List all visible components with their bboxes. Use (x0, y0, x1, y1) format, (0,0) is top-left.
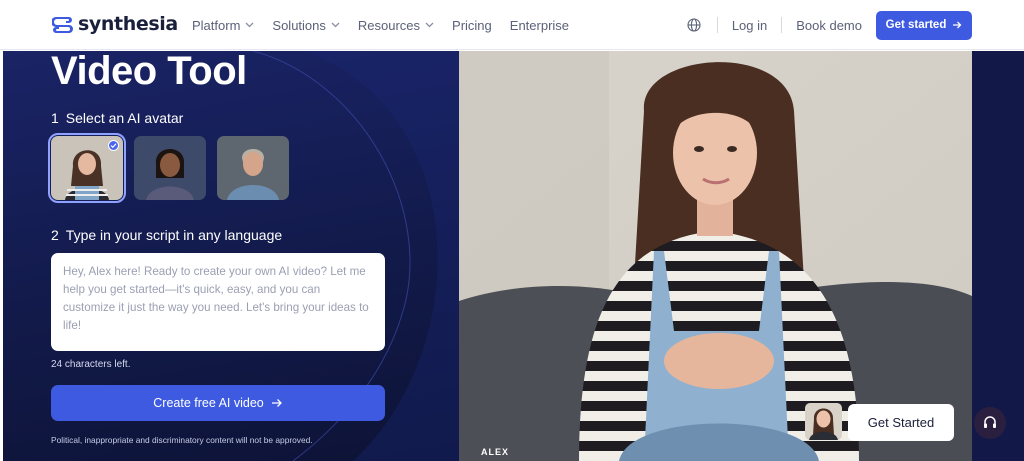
nav-platform-label: Platform (192, 17, 241, 33)
main-nav: Platform Solutions Resources Pricing Ent… (192, 0, 587, 50)
avatar-video-frame (459, 51, 972, 461)
nav-enterprise-label: Enterprise (509, 17, 570, 33)
avatar-option-alex[interactable] (48, 133, 126, 203)
avatar-option-2[interactable] (134, 136, 206, 200)
step-1-heading: 1 Select an AI avatar (51, 110, 183, 126)
avatar-2-image (134, 136, 206, 200)
avatar-3-image (217, 136, 289, 200)
hero-form-panel: Video Tool 1 Select an AI avatar 2 Type … (3, 51, 459, 461)
script-textarea[interactable]: Hey, Alex here! Ready to create your own… (51, 253, 385, 351)
hero-title: Video Tool (51, 51, 247, 93)
chevron-down-icon (331, 22, 340, 28)
nav-pricing-label: Pricing (452, 17, 492, 33)
avatar-picker (48, 133, 289, 203)
step-2-number: 2 (51, 227, 59, 243)
create-video-label: Create free AI video (153, 396, 264, 410)
chevron-down-icon (425, 22, 434, 28)
page-background-right (972, 51, 1024, 461)
step-2-label: Type in your script in any language (65, 227, 283, 243)
nav-pricing[interactable]: Pricing (452, 18, 492, 33)
support-chat-button[interactable] (974, 407, 1006, 439)
logo-mark-icon (52, 17, 73, 33)
floating-get-started-button[interactable]: Get Started (848, 404, 954, 441)
logo-text: synthesia (78, 13, 178, 35)
site-header: synthesia Platform Solutions Resources P… (0, 0, 1024, 50)
book-demo-link[interactable]: Book demo (796, 18, 862, 33)
globe-icon[interactable] (687, 18, 701, 32)
avatar-thumbnail-image (805, 403, 842, 440)
chevron-down-icon (245, 22, 254, 28)
arrow-right-icon (953, 21, 962, 29)
chat-avatar-thumbnail[interactable] (805, 403, 842, 440)
step-2-heading: 2 Type in your script in any language (51, 227, 282, 243)
avatar-name-label: ALEX (481, 447, 510, 457)
headset-icon (984, 416, 996, 428)
step-1-label: Select an AI avatar (65, 110, 184, 126)
content-disclaimer: Political, inappropriate and discriminat… (51, 435, 313, 445)
get-started-button[interactable]: Get started (876, 10, 972, 40)
login-link[interactable]: Log in (732, 18, 767, 33)
characters-left-counter: 24 characters left. (51, 359, 131, 370)
synthesia-logo[interactable]: synthesia (52, 13, 178, 35)
nav-solutions-label: Solutions (272, 17, 326, 33)
header-actions: Log in Book demo Get started (687, 0, 972, 50)
arrow-right-icon (271, 399, 282, 407)
nav-enterprise[interactable]: Enterprise (510, 18, 569, 33)
nav-solutions[interactable]: Solutions (272, 17, 340, 33)
create-video-button[interactable]: Create free AI video (51, 385, 385, 421)
divider (781, 17, 783, 33)
avatar-video-preview[interactable]: ALEX (459, 51, 972, 461)
selected-check-icon (108, 140, 119, 151)
nav-resources-label: Resources (357, 17, 421, 33)
get-started-label: Get started (885, 19, 947, 31)
nav-platform[interactable]: Platform (192, 18, 254, 33)
divider (716, 17, 718, 33)
step-1-number: 1 (51, 110, 59, 126)
nav-resources[interactable]: Resources (358, 18, 434, 33)
avatar-option-3[interactable] (217, 136, 289, 200)
